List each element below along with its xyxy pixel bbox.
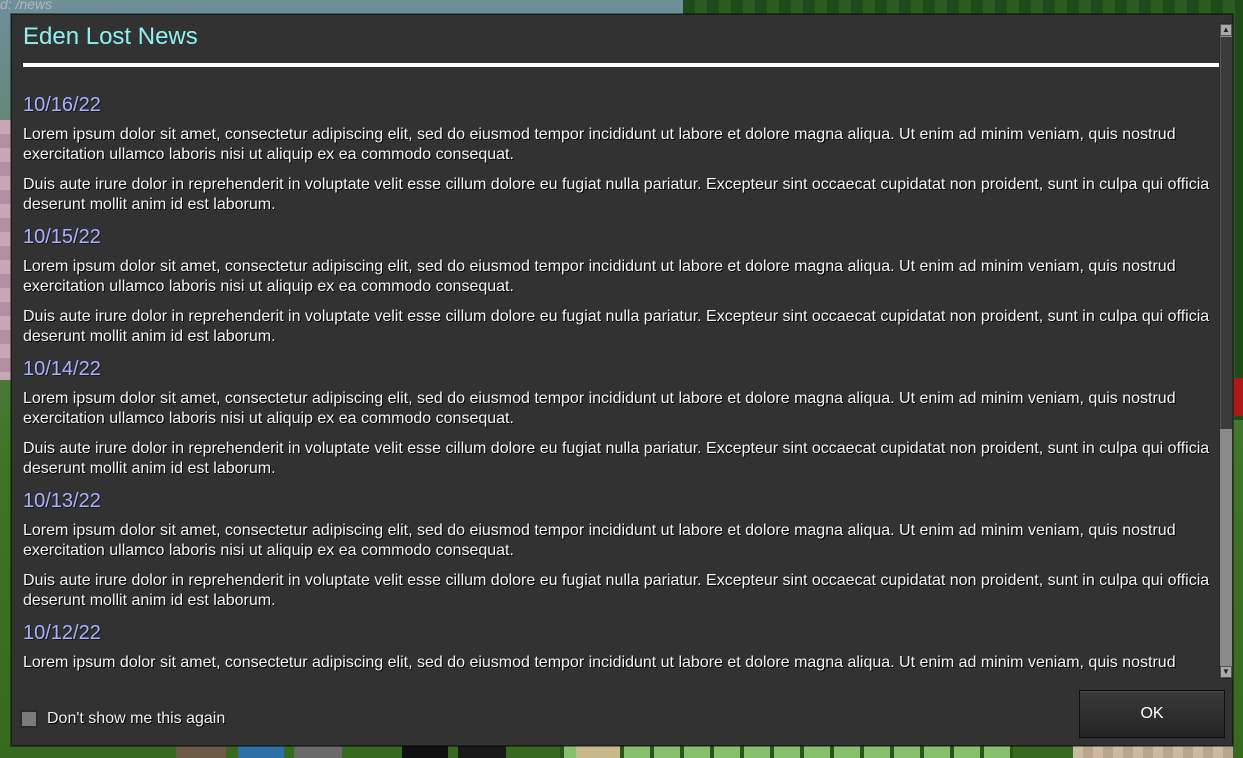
background-block [576, 744, 620, 758]
news-entry-date: 10/12/22 [23, 622, 101, 644]
news-entry-date: 10/14/22 [23, 358, 101, 380]
news-entry-paragraph: Duis aute irure dolor in reprehenderit i… [23, 308, 1210, 345]
dont-show-again-label: Don't show me this again [47, 710, 226, 727]
background-block [176, 746, 226, 758]
background-block [238, 746, 284, 758]
news-entry-date: 10/16/22 [23, 94, 101, 116]
news-dialog: Eden Lost News 10/16/22 Lorem ipsum dolor… [11, 14, 1233, 746]
news-entry-paragraph: Lorem ipsum dolor sit amet, consectetur … [23, 258, 1176, 295]
scroll-down-arrow-icon[interactable]: ▼ [1220, 666, 1232, 678]
scrollbar[interactable]: ▲ ▼ [1219, 23, 1233, 679]
news-entry-paragraph: Duis aute irure dolor in reprehenderit i… [23, 572, 1210, 609]
title-divider [23, 63, 1221, 67]
news-entry-date: 10/15/22 [23, 226, 101, 248]
dialog-title: Eden Lost News [23, 23, 198, 50]
command-line-text: d: /news [0, 0, 53, 12]
news-entry-date: 10/13/22 [23, 490, 101, 512]
dont-show-again-checkbox[interactable] [20, 710, 38, 728]
scroll-up-arrow-icon[interactable]: ▲ [1220, 24, 1232, 36]
news-entry-paragraph: Duis aute irure dolor in reprehenderit i… [23, 440, 1210, 477]
background-block [458, 744, 506, 758]
news-content[interactable]: 10/16/22 Lorem ipsum dolor sit amet, cons… [23, 87, 1223, 679]
news-entry-paragraph: Lorem ipsum dolor sit amet, consectetur … [23, 126, 1176, 163]
scroll-thumb[interactable] [1220, 37, 1232, 429]
news-entry-paragraph: Lorem ipsum dolor sit amet, consectetur … [23, 522, 1176, 559]
dont-show-again-option[interactable]: Don't show me this again [20, 710, 225, 728]
news-entry-paragraph: Duis aute irure dolor in reprehenderit i… [23, 176, 1210, 213]
ok-button[interactable]: OK [1079, 690, 1225, 738]
news-entry-paragraph: Lorem ipsum dolor sit amet, consectetur … [23, 390, 1176, 427]
news-entry-paragraph: Lorem ipsum dolor sit amet, consectetur … [23, 654, 1176, 671]
background-block [402, 744, 448, 758]
background-block [294, 744, 342, 758]
background-fence [560, 744, 1013, 758]
